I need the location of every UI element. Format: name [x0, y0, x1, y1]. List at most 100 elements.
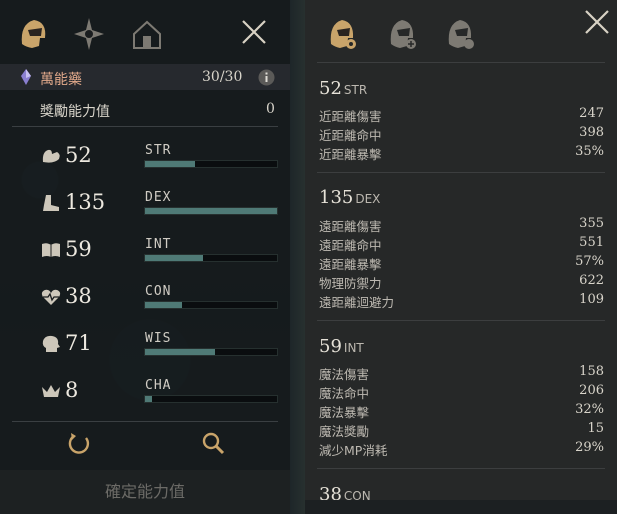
- detail-value: 29%: [575, 440, 604, 455]
- stat-bar-cha: [144, 395, 278, 403]
- detail-label: 減少MP消耗: [319, 443, 388, 458]
- divider: [12, 126, 278, 127]
- detail-row: 魔法獎勵 15: [319, 421, 604, 440]
- detail-label: 遠距離傷害: [319, 219, 382, 234]
- potion-count: 30/30: [202, 69, 243, 85]
- compass-star-tab-icon[interactable]: [70, 14, 108, 54]
- detail-label: 遠距離暴擊: [319, 257, 382, 272]
- heart-pulse-icon: [41, 289, 61, 305]
- section-header-dex: 135 DEX: [319, 187, 380, 208]
- detail-label: 魔法命中: [319, 386, 370, 401]
- detail-value: 206: [579, 383, 604, 398]
- detail-value: 247: [579, 106, 604, 121]
- detail-row: 遠距離迴避力 109: [319, 292, 604, 311]
- search-icon[interactable]: [200, 430, 226, 456]
- detail-label: 近距離命中: [319, 128, 382, 143]
- bonus-label: 獎勵能力值: [40, 104, 110, 120]
- stat-details-panel: 52 STR 近距離傷害 247 近距離命中 398 近距離暴擊 35% 135 DEX …: [305, 0, 617, 514]
- info-icon[interactable]: [258, 69, 275, 86]
- stat-bar-wis: [144, 348, 278, 356]
- helmet-shield-tab-icon[interactable]: [443, 16, 477, 52]
- reset-icon[interactable]: [66, 430, 92, 456]
- section-name: DEX: [355, 192, 381, 206]
- detail-row: 魔法命中 206: [319, 383, 604, 402]
- head-wisdom-icon: [42, 335, 60, 352]
- detail-label: 近距離暴擊: [319, 147, 382, 162]
- strength-arm-icon: [42, 149, 60, 163]
- stat-bar-fill: [145, 255, 204, 261]
- character-helmet-tab-icon[interactable]: [14, 14, 52, 54]
- stat-name-dex: DEX: [145, 190, 172, 205]
- divider: [317, 468, 605, 469]
- detail-value: 32%: [575, 402, 604, 417]
- detail-label: 魔法暴擊: [319, 405, 370, 420]
- crown-icon: [42, 385, 60, 397]
- detail-value: 109: [579, 292, 604, 307]
- stat-name-cha: CHA: [145, 378, 172, 393]
- scroll-fade: [305, 500, 617, 514]
- stats-panel: 萬能藥 30/30 獎勵能力值 0 52 STR 135 DEX 59 INT …: [0, 0, 290, 514]
- house-tab-icon[interactable]: [128, 14, 166, 54]
- close-icon[interactable]: [240, 18, 268, 46]
- panel-gap: [290, 0, 305, 514]
- section-value: 52: [319, 78, 342, 99]
- detail-value: 35%: [575, 144, 604, 159]
- stat-value-con: 38: [65, 284, 92, 308]
- section-header-int: 59 INT: [319, 336, 364, 357]
- stat-value-wis: 71: [65, 331, 92, 355]
- stat-bar-str: [144, 160, 278, 168]
- detail-row: 魔法傷害 158: [319, 364, 604, 383]
- helmet-gear-tab-icon[interactable]: [325, 16, 359, 52]
- bonus-value: 0: [266, 101, 275, 117]
- potion-label: 萬能藥: [40, 72, 82, 88]
- divider: [317, 320, 605, 321]
- detail-value: 57%: [575, 254, 604, 269]
- stat-bar-dex: [144, 207, 278, 215]
- section-value: 135: [319, 187, 354, 208]
- stat-bar-con: [144, 301, 278, 309]
- detail-value: 398: [579, 125, 604, 140]
- stat-value-str: 52: [65, 143, 92, 167]
- detail-label: 魔法傷害: [319, 367, 370, 382]
- section-name: STR: [343, 83, 368, 97]
- helmet-plus-tab-icon[interactable]: [385, 16, 419, 52]
- elixir-icon: [21, 69, 31, 85]
- stat-bar-fill: [145, 349, 215, 355]
- detail-label: 物理防禦力: [319, 276, 382, 291]
- detail-label: 遠距離迴避力: [319, 295, 395, 310]
- stat-name-int: INT: [145, 237, 172, 252]
- detail-label: 魔法獎勵: [319, 424, 370, 439]
- detail-row: 減少MP消耗 29%: [319, 440, 604, 459]
- detail-value: 551: [579, 235, 604, 250]
- detail-row: 近距離命中 398: [319, 125, 604, 144]
- stat-bar-fill: [145, 396, 152, 402]
- divider: [12, 421, 278, 422]
- detail-row: 遠距離命中 551: [319, 235, 604, 254]
- stat-value-cha: 8: [65, 378, 79, 402]
- section-name: INT: [343, 341, 364, 355]
- stat-bar-fill: [145, 161, 196, 167]
- detail-value: 355: [579, 216, 604, 231]
- stat-name-wis: WIS: [145, 331, 172, 346]
- detail-row: 魔法暴擊 32%: [319, 402, 604, 421]
- detail-value: 15: [587, 421, 604, 436]
- stat-value-dex: 135: [65, 190, 106, 214]
- divider: [317, 172, 605, 173]
- section-value: 59: [319, 336, 342, 357]
- divider: [317, 62, 605, 63]
- detail-row: 近距離暴擊 35%: [319, 144, 604, 163]
- close-details-icon[interactable]: [583, 8, 611, 36]
- stat-name-con: CON: [145, 284, 172, 299]
- stat-value-int: 59: [65, 237, 92, 261]
- section-header-str: 52 STR: [319, 78, 367, 99]
- stat-bar-int: [144, 254, 278, 262]
- boot-icon: [43, 195, 59, 211]
- detail-label: 近距離傷害: [319, 109, 382, 124]
- detail-value: 622: [579, 273, 604, 288]
- stat-bar-fill: [145, 302, 182, 308]
- stat-bar-fill: [145, 208, 277, 214]
- confirm-stats-button[interactable]: 確定能力值: [0, 470, 290, 514]
- stat-name-str: STR: [145, 143, 172, 158]
- detail-label: 遠距離命中: [319, 238, 382, 253]
- detail-row: 近距離傷害 247: [319, 106, 604, 125]
